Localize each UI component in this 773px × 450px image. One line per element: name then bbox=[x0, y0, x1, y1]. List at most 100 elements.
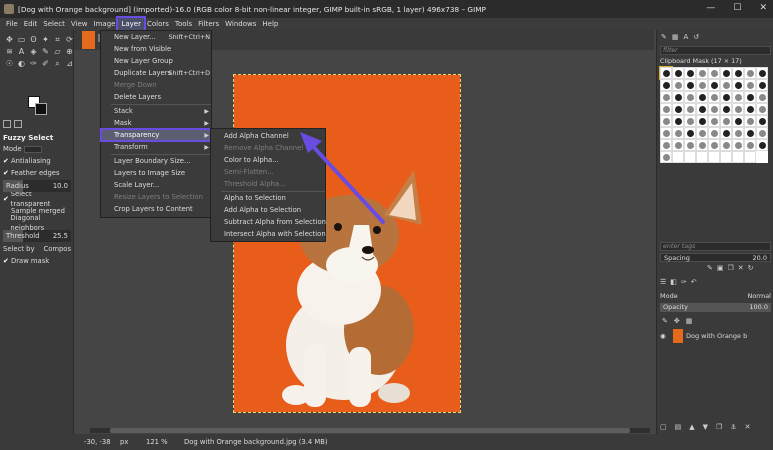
brush-item[interactable] bbox=[708, 151, 720, 163]
brush-item[interactable] bbox=[672, 127, 684, 139]
undo-history-tab-icon[interactable]: ↶ bbox=[691, 278, 697, 286]
brush-item[interactable] bbox=[744, 151, 756, 163]
zoom-icon[interactable]: ⌕ bbox=[52, 58, 63, 69]
dodge-burn-icon[interactable]: ◐ bbox=[16, 58, 27, 69]
brush-item[interactable] bbox=[732, 115, 744, 127]
bucket-fill-icon[interactable]: ◈ bbox=[28, 46, 39, 57]
menu-item-color-to-alpha[interactable]: Color to Alpha... bbox=[211, 154, 327, 166]
menu-view[interactable]: View bbox=[68, 18, 91, 30]
brush-item[interactable] bbox=[696, 79, 708, 91]
brush-item[interactable] bbox=[708, 127, 720, 139]
menu-item-stack[interactable]: Stack ▶ bbox=[101, 105, 213, 117]
diagonal-neighbors-checkbox[interactable]: Diagonal neighbors bbox=[0, 214, 74, 232]
smudge-icon[interactable]: ☉ bbox=[4, 58, 15, 69]
brush-item[interactable] bbox=[732, 91, 744, 103]
brush-item[interactable] bbox=[720, 67, 732, 79]
brush-item[interactable] bbox=[720, 115, 732, 127]
refresh-brushes-icon[interactable]: ↻ bbox=[748, 264, 754, 272]
mode-buttons[interactable] bbox=[23, 145, 42, 153]
brush-item[interactable] bbox=[720, 103, 732, 115]
menu-item-duplicate-layers[interactable]: Duplicate Layers Shift+Ctrl+D bbox=[101, 67, 213, 79]
brush-item[interactable] bbox=[659, 66, 673, 80]
brush-item[interactable] bbox=[684, 67, 696, 79]
menu-file[interactable]: File bbox=[3, 18, 21, 30]
canvas-image[interactable] bbox=[233, 74, 461, 413]
menu-filters[interactable]: Filters bbox=[195, 18, 222, 30]
horizontal-scrollbar[interactable] bbox=[90, 428, 650, 433]
brush-item[interactable] bbox=[708, 91, 720, 103]
menu-item-transparency[interactable]: Transparency ▶ bbox=[100, 128, 214, 142]
brush-item[interactable] bbox=[660, 91, 672, 103]
paths-icon[interactable]: ✑ bbox=[28, 58, 39, 69]
delete-brush-icon[interactable]: ✕ bbox=[738, 264, 744, 272]
brush-item[interactable] bbox=[756, 67, 768, 79]
color-picker-icon[interactable]: ✐ bbox=[40, 58, 51, 69]
menu-item-delete-layers[interactable]: Delete Layers bbox=[101, 91, 213, 103]
brush-item[interactable] bbox=[660, 103, 672, 115]
menu-item-add-alpha-to-selection[interactable]: Add Alpha to Selection bbox=[211, 204, 327, 216]
maximize-icon[interactable]: ☐ bbox=[733, 3, 741, 13]
brush-item[interactable] bbox=[672, 139, 684, 151]
menu-item-layer-boundary-size[interactable]: Layer Boundary Size... bbox=[101, 155, 213, 167]
channels-tab-icon[interactable]: ◧ bbox=[670, 278, 677, 286]
brush-item[interactable] bbox=[672, 115, 684, 127]
menu-item-mask[interactable]: Mask ▶ bbox=[101, 117, 213, 129]
brush-spacing-slider[interactable]: Spacing 20.0 bbox=[660, 253, 771, 262]
menu-item-layers-to-image-size[interactable]: Layers to Image Size bbox=[101, 167, 213, 179]
select-by-dropdown[interactable]: Compos bbox=[43, 244, 71, 254]
brush-item[interactable] bbox=[744, 127, 756, 139]
close-icon[interactable]: ✕ bbox=[759, 3, 767, 13]
brush-item[interactable] bbox=[744, 79, 756, 91]
brush-item[interactable] bbox=[720, 127, 732, 139]
layers-tab-icon[interactable]: ☰ bbox=[660, 278, 666, 286]
new-group-icon[interactable]: ▤ bbox=[675, 423, 682, 431]
paintbrush-icon[interactable]: ✎ bbox=[40, 46, 51, 57]
antialiasing-checkbox[interactable]: ✔ Antialiasing bbox=[0, 155, 74, 167]
brush-item[interactable] bbox=[720, 91, 732, 103]
scrollbar-thumb[interactable] bbox=[110, 428, 630, 433]
image-tab-thumbnail[interactable] bbox=[82, 31, 95, 49]
brush-item[interactable] bbox=[672, 79, 684, 91]
text-tool-icon[interactable]: A bbox=[16, 46, 27, 57]
rect-select-icon[interactable]: ▭ bbox=[16, 34, 27, 45]
layer-mode-dropdown[interactable]: Normal bbox=[747, 292, 771, 300]
menu-item-alpha-to-selection[interactable]: Alpha to Selection bbox=[211, 192, 327, 204]
new-layer-icon[interactable]: ▢ bbox=[660, 423, 667, 431]
brush-item[interactable] bbox=[756, 127, 768, 139]
brush-item[interactable] bbox=[732, 103, 744, 115]
fuzzy-select-icon[interactable]: ✦ bbox=[40, 34, 51, 45]
menu-help[interactable]: Help bbox=[259, 18, 281, 30]
patterns-tab-icon[interactable]: ▦ bbox=[672, 33, 679, 41]
brush-item[interactable] bbox=[696, 67, 708, 79]
radius-slider[interactable]: Radius 10.0 bbox=[3, 180, 71, 192]
brush-item[interactable] bbox=[660, 127, 672, 139]
lower-layer-icon[interactable]: ▼ bbox=[703, 423, 708, 431]
menu-edit[interactable]: Edit bbox=[21, 18, 41, 30]
history-tab-icon[interactable]: ↺ bbox=[693, 33, 699, 41]
brush-item[interactable] bbox=[684, 139, 696, 151]
move-tool-icon[interactable]: ✥ bbox=[4, 34, 15, 45]
brush-item[interactable] bbox=[696, 103, 708, 115]
brush-item[interactable] bbox=[708, 103, 720, 115]
brush-item[interactable] bbox=[708, 79, 720, 91]
menu-item-new-layer-group[interactable]: New Layer Group bbox=[101, 55, 213, 67]
raise-layer-icon[interactable]: ▲ bbox=[689, 423, 694, 431]
menu-item-crop-layers-to-content[interactable]: Crop Layers to Content bbox=[101, 203, 213, 215]
paths-tab-icon[interactable]: ✑ bbox=[681, 278, 687, 286]
background-color[interactable] bbox=[35, 103, 47, 115]
brush-item[interactable] bbox=[720, 139, 732, 151]
menu-image[interactable]: Image bbox=[91, 18, 119, 30]
brush-item[interactable] bbox=[708, 67, 720, 79]
brush-tags-input[interactable]: enter tags bbox=[660, 242, 771, 251]
brush-item[interactable] bbox=[732, 67, 744, 79]
menu-item-new-layer[interactable]: New Layer... Shift+Ctrl+N bbox=[101, 31, 213, 43]
warp-icon[interactable]: ≋ bbox=[4, 46, 15, 57]
new-brush-icon[interactable]: ▣ bbox=[717, 264, 724, 272]
draw-mask-checkbox[interactable]: ✔ Draw mask bbox=[0, 255, 74, 267]
brush-item[interactable] bbox=[744, 139, 756, 151]
menu-item-transform[interactable]: Transform ▶ bbox=[101, 141, 213, 153]
brush-item[interactable] bbox=[696, 151, 708, 163]
brush-item[interactable] bbox=[720, 79, 732, 91]
delete-layer-icon[interactable]: ✕ bbox=[745, 423, 751, 431]
brush-item[interactable] bbox=[756, 103, 768, 115]
